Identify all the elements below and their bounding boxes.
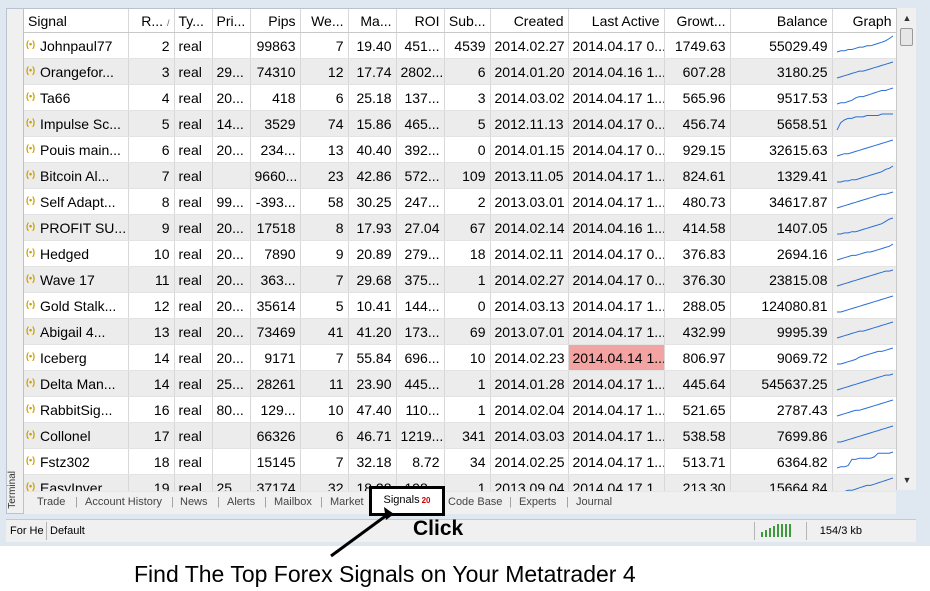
pointer-arrow-icon [330, 507, 394, 558]
caption-text: Find The Top Forex Signals on Your Metat… [134, 561, 636, 587]
click-annotation: Click [413, 517, 464, 540]
